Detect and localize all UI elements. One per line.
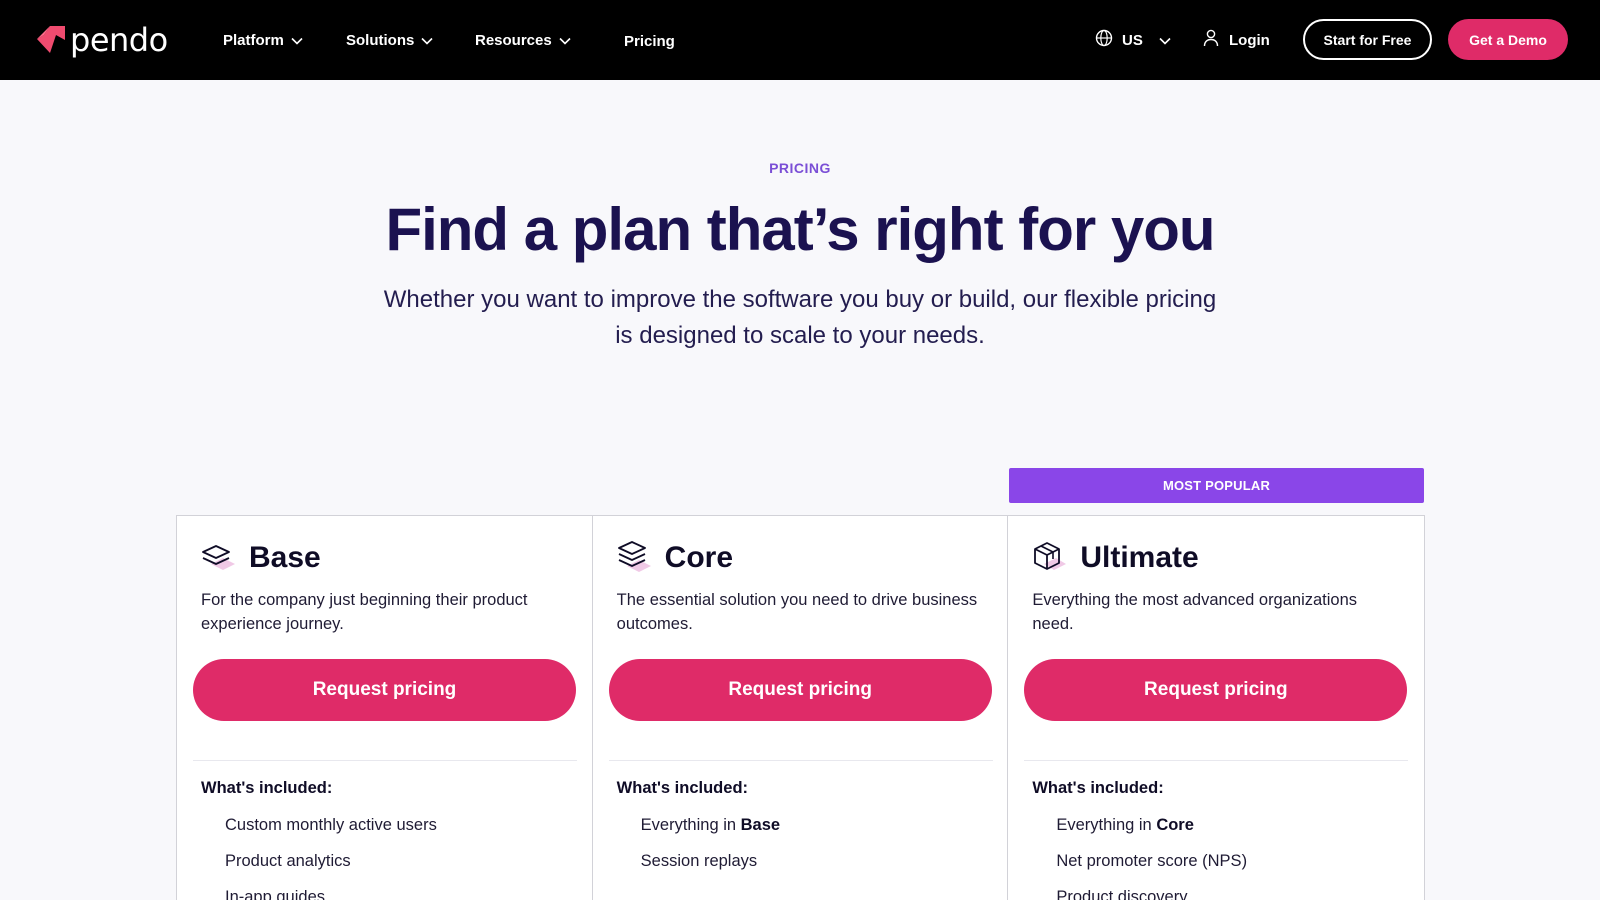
plan-description: The essential solution you need to drive… xyxy=(616,591,978,633)
nav-resources-label: Resources xyxy=(475,31,552,49)
pendo-logo[interactable]: pendo xyxy=(36,21,168,59)
feature-list: Everything in Base Session replays xyxy=(641,815,780,887)
feature-item: Custom monthly active users xyxy=(225,816,437,834)
stacked-layers-icon xyxy=(617,540,651,576)
get-a-demo-button[interactable]: Get a Demo xyxy=(1448,19,1568,60)
nav-platform[interactable]: Platform xyxy=(223,28,303,52)
plan-header: Ultimate xyxy=(1032,540,1199,576)
request-pricing-button[interactable]: Request pricing xyxy=(608,659,992,721)
most-popular-badge: MOST POPULAR xyxy=(1009,468,1424,503)
whats-included-label: What's included: xyxy=(1032,779,1164,797)
nav-platform-label: Platform xyxy=(223,31,284,49)
page-subtitle: Whether you want to improve the software… xyxy=(383,286,1217,349)
request-pricing-button[interactable]: Request pricing xyxy=(193,659,576,721)
plan-header: Core xyxy=(617,540,733,576)
pendo-logo-icon xyxy=(37,26,65,53)
feature-item: Everything in Core xyxy=(1056,816,1194,834)
pendo-logo-text: pendo xyxy=(70,21,168,59)
nav-resources[interactable]: Resources xyxy=(475,28,571,52)
plan-card-base: Base For the company just beginning thei… xyxy=(177,516,593,900)
feature-item: Product discovery xyxy=(1056,888,1188,900)
nav-pricing[interactable]: Pricing xyxy=(624,29,675,53)
nav-pricing-label: Pricing xyxy=(624,32,675,50)
pricing-plans: Base For the company just beginning thei… xyxy=(176,515,1425,900)
feature-item: Net promoter score (NPS) xyxy=(1056,852,1248,870)
chevron-down-icon xyxy=(421,32,433,49)
nav-solutions-label: Solutions xyxy=(346,31,415,49)
chevron-down-icon xyxy=(291,32,303,49)
nav-solutions[interactable]: Solutions xyxy=(346,28,433,52)
login-label: Login xyxy=(1229,31,1270,49)
feature-item: Product analytics xyxy=(225,852,351,870)
top-nav: pendo Platform Solutions Resources Prici… xyxy=(0,0,1600,80)
plan-description: Everything the most advanced organizatio… xyxy=(1032,591,1358,633)
plan-name: Base xyxy=(249,541,321,574)
page-title: Find a plan that’s right for you xyxy=(385,196,1215,263)
region-label: US xyxy=(1122,31,1143,49)
globe-icon xyxy=(1095,29,1113,51)
feature-list: Everything in Core Net promoter score (N… xyxy=(1056,815,1247,900)
section-eyebrow: PRICING xyxy=(769,160,831,176)
feature-item: In-app guides xyxy=(225,888,325,900)
user-icon xyxy=(1203,29,1219,51)
divider xyxy=(608,760,993,761)
region-selector[interactable]: US xyxy=(1095,28,1171,52)
divider xyxy=(193,760,577,761)
request-pricing-button[interactable]: Request pricing xyxy=(1024,659,1408,721)
cube-icon xyxy=(1032,540,1067,576)
plan-name: Core xyxy=(664,541,734,574)
plan-header: Base xyxy=(201,540,321,576)
whats-included-label: What's included: xyxy=(201,779,333,797)
plan-card-core: Core The essential solution you need to … xyxy=(593,516,1009,900)
plan-name: Ultimate xyxy=(1080,541,1199,574)
plan-card-ultimate: Ultimate Everything the most advanced or… xyxy=(1008,516,1424,900)
layers-icon xyxy=(201,540,235,576)
start-for-free-button[interactable]: Start for Free xyxy=(1303,19,1432,60)
feature-item: Session replays xyxy=(640,852,758,870)
chevron-down-icon xyxy=(559,32,571,49)
plan-description: For the company just beginning their pro… xyxy=(201,591,528,633)
chevron-down-icon xyxy=(1159,32,1171,49)
login-link[interactable]: Login xyxy=(1203,28,1270,52)
divider xyxy=(1024,760,1409,761)
feature-list: Custom monthly active users Product anal… xyxy=(225,815,437,900)
whats-included-label: What's included: xyxy=(616,779,749,797)
feature-item: Everything in Base xyxy=(640,816,781,834)
